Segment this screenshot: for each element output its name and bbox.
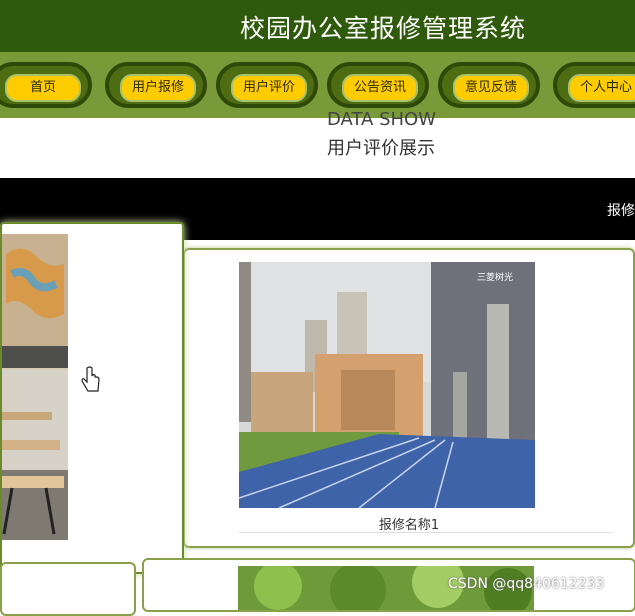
review-card-2[interactable] — [0, 562, 136, 616]
caption-divider — [239, 532, 613, 533]
header-bar: 校园办公室报修管理系统 — [0, 0, 635, 52]
main-nav: 首页 用户报修 用户评价 公告资讯 意见反馈 个人中心 — [0, 52, 635, 118]
watermark: CSDN @qq840612233 — [448, 576, 605, 592]
section-subtitle: DATA SHOW — [327, 112, 437, 126]
review-card[interactable]: 三菱树光 报修名称1 — [183, 248, 635, 548]
nav-item-feedback[interactable]: 意见反馈 — [438, 62, 540, 108]
nav-label-profile: 个人中心 — [568, 74, 635, 102]
hover-preview-card[interactable] — [0, 222, 184, 574]
preview-image — [2, 234, 68, 540]
hand-cursor-icon — [80, 366, 102, 396]
app-title: 校园办公室报修管理系统 — [240, 14, 527, 43]
nav-label-reviews: 用户评价 — [231, 74, 307, 102]
nav-label-home: 首页 — [5, 74, 81, 102]
nav-item-home[interactable]: 首页 — [0, 62, 92, 108]
nav-item-news[interactable]: 公告资讯 — [327, 62, 429, 108]
nav-label-feedback: 意见反馈 — [453, 74, 529, 102]
section-title: 用户评价展示 — [327, 138, 435, 159]
nav-item-profile[interactable]: 个人中心 — [553, 62, 635, 108]
nav-item-repair[interactable]: 用户报修 — [105, 62, 207, 108]
band-text: 报修 — [607, 203, 635, 219]
nav-label-news: 公告资讯 — [342, 74, 418, 102]
svg-text:三菱树光: 三菱树光 — [477, 271, 513, 282]
card-caption: 报修名称1 — [378, 518, 440, 533]
card-image[interactable]: 三菱树光 — [239, 262, 535, 508]
nav-item-reviews[interactable]: 用户评价 — [216, 62, 318, 108]
nav-label-repair: 用户报修 — [120, 74, 196, 102]
